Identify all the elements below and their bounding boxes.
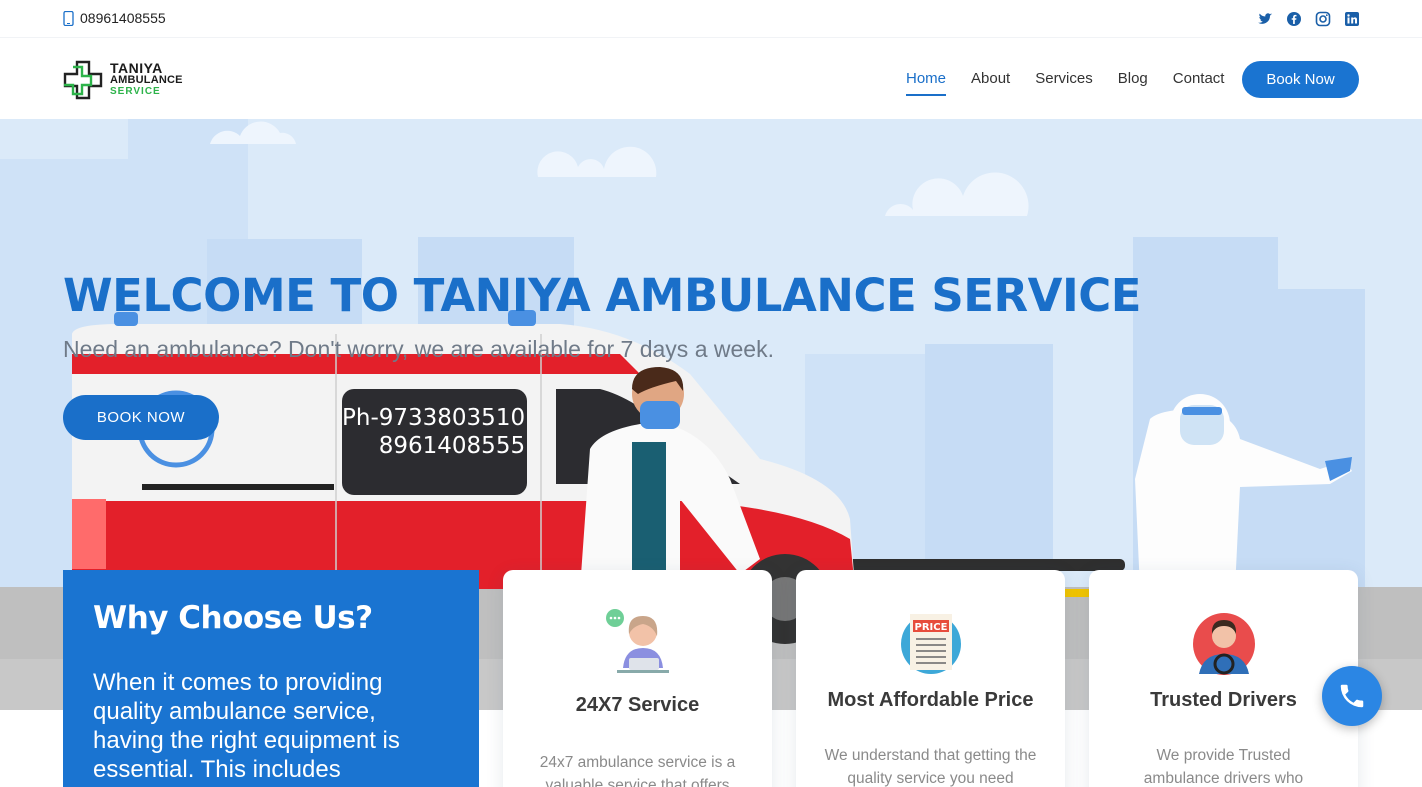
support-agent-icon	[605, 609, 669, 673]
book-now-button[interactable]: Book Now	[1242, 61, 1359, 98]
social-links	[1257, 11, 1360, 27]
feature-card-price: PRICE Most Affordable Price We understan…	[796, 570, 1065, 787]
linkedin-icon[interactable]	[1344, 11, 1360, 27]
card-text-24x7: 24x7 ambulance service is a valuable ser…	[539, 754, 736, 787]
nav-blog[interactable]: Blog	[1118, 70, 1148, 96]
hero-title: WELCOME TO TANIYA AMBULANCE SERVICE	[63, 269, 1142, 322]
card-title-price: Most Affordable Price	[827, 689, 1034, 711]
why-choose-us-panel: Why Choose Us? When it comes to providin…	[63, 570, 479, 787]
logo-line-2: AMBULANCE	[110, 74, 183, 86]
mobile-phone-icon	[63, 10, 74, 26]
call-button[interactable]	[1322, 666, 1382, 726]
card-title-24x7: 24X7 Service	[575, 694, 700, 716]
top-phone-number: 08961408555	[80, 10, 166, 26]
feature-card-drivers: Trusted Drivers We provide Trusted ambul…	[1089, 570, 1358, 787]
card-text-price: We understand that getting the quality s…	[824, 747, 1037, 787]
top-bar: 08961408555	[0, 0, 1422, 38]
price-tag-icon: PRICE	[900, 614, 961, 674]
instagram-icon[interactable]	[1315, 11, 1331, 27]
twitter-icon[interactable]	[1257, 11, 1273, 27]
facebook-icon[interactable]	[1286, 11, 1302, 27]
logo-line-3: SERVICE	[110, 86, 161, 97]
feature-card-24x7: 24X7 Service 24x7 ambulance service is a…	[503, 570, 772, 787]
nav-about[interactable]: About	[971, 70, 1010, 96]
card-text-drivers: We provide Trusted ambulance drivers who	[1143, 747, 1304, 787]
site-logo[interactable]: TANIYA AMBULANCE SERVICE	[62, 59, 183, 101]
svg-text:PRICE: PRICE	[914, 622, 947, 633]
nav-home[interactable]: Home	[906, 70, 947, 96]
nav-services[interactable]: Services	[1035, 70, 1093, 96]
logo-line-1: TANIYA	[110, 60, 163, 76]
hero-phone-numbers: Ph-9733803510 8961408555	[342, 404, 525, 460]
why-text: When it comes to providing quality ambul…	[93, 669, 400, 783]
card-title-drivers: Trusted Drivers	[1150, 689, 1297, 711]
nav-contact[interactable]: Contact	[1173, 70, 1225, 96]
hero-phone-line-1: Ph-9733803510	[342, 405, 526, 431]
hero-subtitle: Need an ambulance? Don't worry, we are a…	[63, 336, 774, 362]
site-header: TANIYA AMBULANCE SERVICE Home About Serv…	[0, 38, 1422, 119]
top-phone[interactable]: 08961408555	[63, 10, 166, 26]
why-title: Why Choose Us?	[93, 600, 373, 636]
main-nav: Home About Services Blog Contact	[906, 70, 1249, 96]
logo-wordmark: TANIYA AMBULANCE SERVICE	[110, 60, 183, 98]
phone-icon	[1340, 684, 1364, 708]
hero-book-now-button[interactable]: BOOK NOW	[63, 395, 219, 440]
hero-phone-line-2: 8961408555	[378, 433, 526, 459]
driver-icon	[1192, 613, 1255, 675]
medical-cross-logo-icon	[63, 60, 103, 100]
